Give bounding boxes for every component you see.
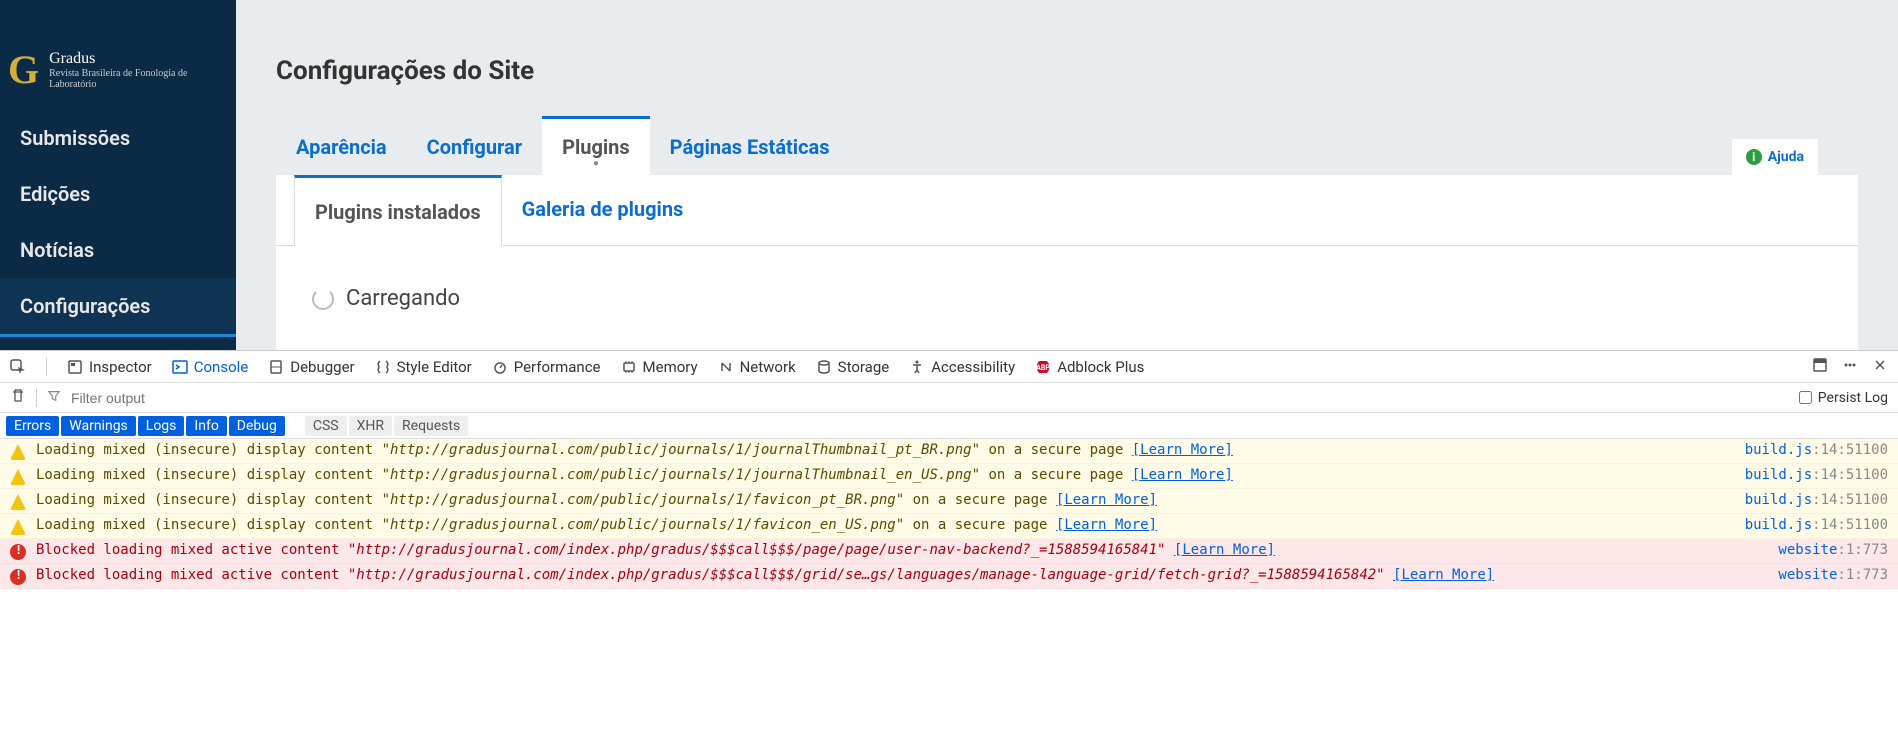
page-title: Configurações do Site	[276, 56, 1858, 86]
console-message[interactable]: Loading mixed (insecure) display content…	[0, 489, 1898, 514]
devtool-inspector[interactable]: Inspector	[67, 358, 152, 376]
devtools-filter-bar: Persist Log	[0, 383, 1898, 413]
error-icon	[10, 544, 26, 560]
subtab-plugins-instalados[interactable]: Plugins instalados	[294, 175, 502, 246]
devtool-performance[interactable]: Performance	[492, 358, 601, 376]
cat-requests[interactable]: Requests	[394, 416, 468, 436]
console-message[interactable]: Blocked loading mixed active content "ht…	[0, 564, 1898, 589]
spinner-icon	[312, 288, 334, 310]
plugins-panel: Plugins instalados Galeria de plugins Ca…	[276, 175, 1858, 350]
devtool-accessibility[interactable]: Accessibility	[909, 358, 1015, 376]
cat-css[interactable]: CSS	[305, 416, 347, 436]
devtool-adblock-plus[interactable]: ABPAdblock Plus	[1035, 358, 1144, 376]
devtools-toolbar: Inspector Console Debugger Style Editor …	[0, 351, 1898, 383]
subtab-galeria-plugins[interactable]: Galeria de plugins	[502, 175, 704, 245]
sidebar-item-submissoes[interactable]: Submissões	[0, 110, 236, 166]
logo[interactable]: G Gradus Revista Brasileira de Fonologia…	[0, 0, 236, 110]
logo-text: Gradus Revista Brasileira de Fonologia d…	[49, 50, 220, 90]
tab-configurar[interactable]: Configurar	[407, 116, 542, 175]
trash-icon[interactable]	[10, 388, 26, 408]
help-button[interactable]: i Ajuda	[1732, 139, 1818, 175]
console-messages[interactable]: Loading mixed (insecure) display content…	[0, 439, 1898, 617]
tabs: Aparência Configurar Plugins● Páginas Es…	[276, 116, 1858, 175]
devtool-style-editor[interactable]: Style Editor	[375, 358, 472, 376]
dock-icon[interactable]	[1812, 357, 1828, 377]
message-text: Loading mixed (insecure) display content…	[36, 517, 1735, 533]
message-text: Loading mixed (insecure) display content…	[36, 442, 1735, 458]
funnel-icon	[47, 389, 61, 407]
message-text: Loading mixed (insecure) display content…	[36, 492, 1735, 508]
devtools-category-bar: Errors Warnings Logs Info Debug CSS XHR …	[0, 413, 1898, 439]
learn-more-link[interactable]: [Learn More]	[1056, 517, 1157, 533]
learn-more-link[interactable]: [Learn More]	[1132, 467, 1233, 483]
cat-info[interactable]: Info	[186, 416, 226, 436]
console-message[interactable]: Loading mixed (insecure) display content…	[0, 439, 1898, 464]
subtabs: Plugins instalados Galeria de plugins	[276, 175, 1858, 246]
cat-errors[interactable]: Errors	[6, 416, 59, 436]
kebab-icon[interactable]	[1842, 357, 1858, 377]
sidebar-item-noticias[interactable]: Notícias	[0, 222, 236, 278]
message-source[interactable]: build.js:14:51100	[1745, 492, 1888, 508]
warning-icon	[10, 444, 26, 460]
tab-plugins[interactable]: Plugins●	[542, 116, 650, 175]
message-source[interactable]: website:1:773	[1778, 567, 1888, 583]
message-source[interactable]: build.js:14:51100	[1745, 442, 1888, 458]
message-source[interactable]: build.js:14:51100	[1745, 467, 1888, 483]
learn-more-link[interactable]: [Learn More]	[1056, 492, 1157, 508]
help-label: Ajuda	[1768, 149, 1804, 165]
devtool-console[interactable]: Console	[172, 358, 249, 376]
console-message[interactable]: Loading mixed (insecure) display content…	[0, 514, 1898, 539]
sidebar-item-configuracoes[interactable]: Configurações	[0, 278, 236, 337]
cat-xhr[interactable]: XHR	[349, 416, 392, 436]
devtool-storage[interactable]: Storage	[816, 358, 890, 376]
info-icon: i	[1746, 149, 1762, 165]
panel-loading-text: Carregando	[346, 286, 460, 311]
logo-title: Gradus	[49, 50, 220, 68]
filter-input[interactable]	[71, 390, 1789, 406]
close-devtools-icon[interactable]	[1872, 357, 1888, 377]
pick-element-icon[interactable]	[10, 359, 26, 375]
message-text: Blocked loading mixed active content "ht…	[36, 567, 1768, 583]
console-message[interactable]: Loading mixed (insecure) display content…	[0, 464, 1898, 489]
devtool-network[interactable]: Network	[718, 358, 796, 376]
message-source[interactable]: website:1:773	[1778, 542, 1888, 558]
tab-paginas-estaticas[interactable]: Páginas Estáticas	[650, 116, 850, 175]
warning-icon	[10, 469, 26, 485]
panel-loading: Carregando	[276, 246, 1858, 350]
main-content: Configurações do Site Aparência Configur…	[236, 0, 1898, 350]
console-message[interactable]: Blocked loading mixed active content "ht…	[0, 539, 1898, 564]
logo-subtitle: Revista Brasileira de Fonologia de Labor…	[49, 68, 220, 90]
sidebar: G Gradus Revista Brasileira de Fonologia…	[0, 0, 236, 350]
cat-warnings[interactable]: Warnings	[61, 416, 136, 436]
devtool-debugger[interactable]: Debugger	[268, 358, 354, 376]
learn-more-link[interactable]: [Learn More]	[1132, 442, 1233, 458]
cat-debug[interactable]: Debug	[229, 416, 285, 436]
tab-aparencia[interactable]: Aparência	[276, 116, 407, 175]
message-text: Blocked loading mixed active content "ht…	[36, 542, 1768, 558]
persist-log-toggle[interactable]: Persist Log	[1799, 390, 1888, 406]
warning-icon	[10, 519, 26, 535]
devtools-panel: Inspector Console Debugger Style Editor …	[0, 350, 1898, 617]
cat-logs[interactable]: Logs	[138, 416, 185, 436]
sidebar-item-edicoes[interactable]: Edições	[0, 166, 236, 222]
message-text: Loading mixed (insecure) display content…	[36, 467, 1735, 483]
svg-text:ABP: ABP	[1036, 364, 1050, 372]
error-icon	[10, 569, 26, 585]
loading-dot-icon: ●	[593, 158, 599, 169]
learn-more-link[interactable]: [Learn More]	[1174, 542, 1275, 558]
persist-log-checkbox[interactable]	[1799, 391, 1812, 404]
warning-icon	[10, 494, 26, 510]
message-source[interactable]: build.js:14:51100	[1745, 517, 1888, 533]
learn-more-link[interactable]: [Learn More]	[1393, 567, 1494, 583]
logo-glyph: G	[8, 50, 39, 90]
devtool-memory[interactable]: Memory	[621, 358, 698, 376]
